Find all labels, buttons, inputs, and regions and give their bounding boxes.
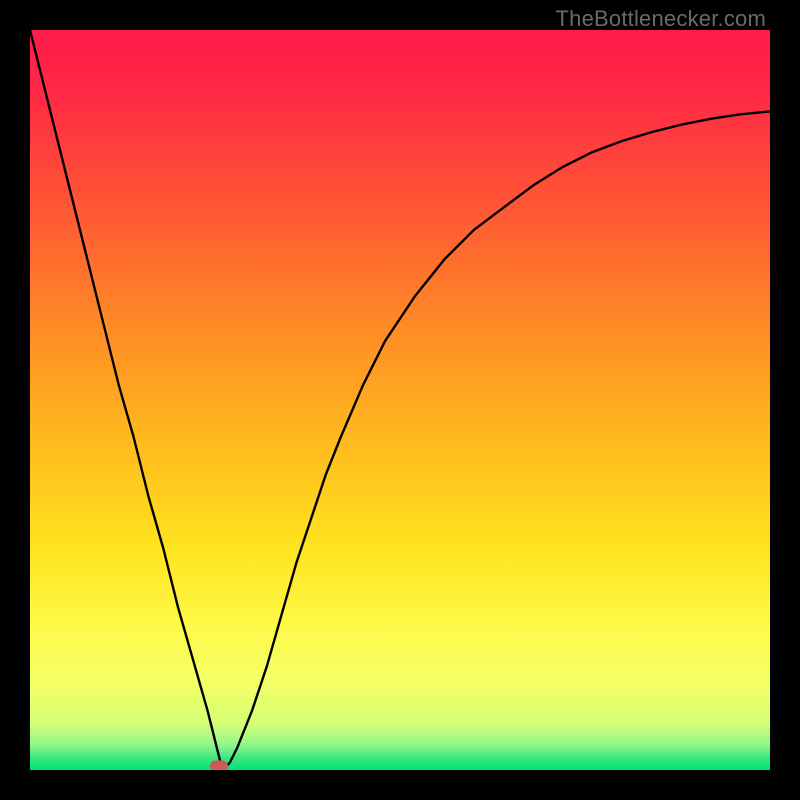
chart-container: TheBottleneсker.com (0, 0, 800, 800)
bottleneck-curve (30, 30, 770, 770)
watermark-text: TheBottleneсker.com (556, 6, 766, 32)
optimal-point-marker (210, 761, 228, 770)
plot-area (30, 30, 770, 770)
